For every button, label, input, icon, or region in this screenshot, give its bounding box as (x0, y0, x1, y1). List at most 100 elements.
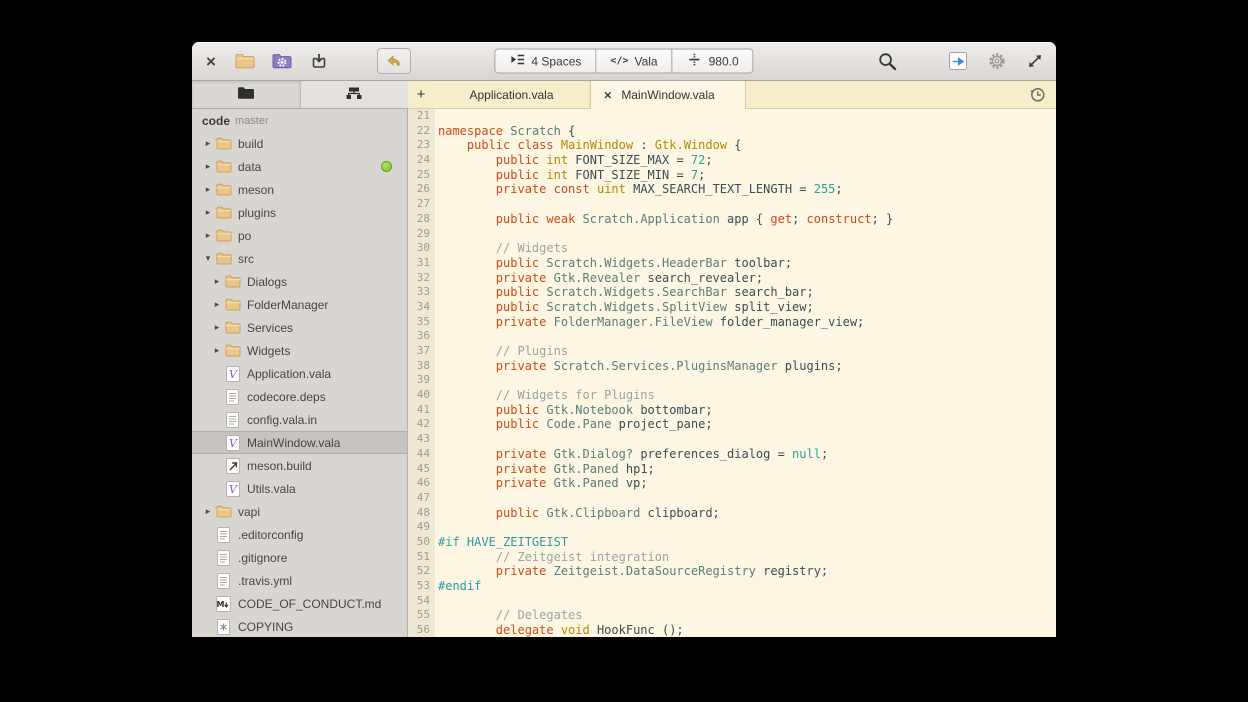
tab-width-button[interactable]: 4 Spaces (494, 49, 596, 74)
expander-collapsed-icon[interactable]: ▸ (201, 506, 215, 517)
headerbar-left: × (192, 48, 411, 74)
tab-bar: + Application.vala × MainWindow.vala (408, 81, 1056, 109)
line-number: 28 (408, 212, 435, 227)
language-button[interactable]: </> Vala (596, 49, 672, 74)
tree-item-.travis.yml[interactable]: .travis.yml (192, 569, 407, 592)
tree-item-meson[interactable]: ▸meson (192, 178, 407, 201)
line-number: 41 (408, 403, 435, 418)
tree-item-po[interactable]: ▸ po (192, 224, 407, 247)
expander-expanded-icon[interactable]: ▾ (201, 253, 215, 264)
vcs-status-badge (381, 161, 392, 172)
undo-icon (386, 52, 402, 71)
line-number: 21 (408, 109, 435, 124)
tree-item-label: .gitignore (238, 551, 287, 565)
expander-collapsed-icon[interactable]: ▸ (201, 138, 215, 149)
search-icon[interactable] (875, 48, 899, 74)
tree-item-Services[interactable]: ▸Services (192, 316, 407, 339)
project-header[interactable]: code master (192, 109, 407, 132)
tab-application-vala[interactable]: Application.vala (434, 81, 590, 108)
tree-item-label: codecore.deps (247, 390, 326, 404)
tree-item-MainWindow.vala[interactable]: VMainWindow.vala (192, 431, 407, 454)
expander-collapsed-icon[interactable]: ▸ (210, 322, 224, 333)
line-number: 43 (408, 432, 435, 447)
line-number: 26 (408, 182, 435, 197)
tree-item-vapi[interactable]: ▸vapi (192, 500, 407, 523)
expander-collapsed-icon[interactable]: ▸ (201, 161, 215, 172)
undo-button[interactable] (377, 48, 411, 74)
outline-view-button[interactable] (300, 81, 409, 108)
line-number: 51 (408, 550, 435, 565)
code-line: // Widgets for Plugins (438, 388, 1056, 403)
tree-item-Widgets[interactable]: ▸Widgets (192, 339, 407, 362)
open-file-icon[interactable] (233, 48, 257, 74)
expander-collapsed-icon[interactable]: ▸ (201, 184, 215, 195)
expander-collapsed-icon[interactable]: ▸ (210, 345, 224, 356)
line-number: 52 (408, 564, 435, 579)
tree-item-src[interactable]: ▾src (192, 247, 407, 270)
line-number: 54 (408, 594, 435, 609)
line-number: 48 (408, 506, 435, 521)
tree-item-.gitignore[interactable]: .gitignore (192, 546, 407, 569)
folder-icon (215, 505, 232, 518)
line-number: 44 (408, 447, 435, 462)
text-icon (215, 527, 232, 543)
history-icon[interactable] (1029, 81, 1056, 108)
line-number: 27 (408, 197, 435, 212)
expander-collapsed-icon[interactable]: ▸ (201, 207, 215, 218)
tree-item-config.vala.in[interactable]: config.vala.in (192, 408, 407, 431)
tree-item-Dialogs[interactable]: ▸Dialogs (192, 270, 407, 293)
text-icon (215, 573, 232, 589)
expander-collapsed-icon[interactable]: ▸ (210, 276, 224, 287)
tree-item-Utils.vala[interactable]: VUtils.vala (192, 477, 407, 500)
expander-collapsed-icon[interactable]: ▸ (210, 299, 224, 310)
statusbar-button-group: 4 Spaces </> Vala 980.0 (494, 49, 753, 74)
tree-item-CODE_OF_CONDUCT.md[interactable]: MCODE_OF_CONDUCT.md (192, 592, 407, 615)
tree-item-COPYING[interactable]: COPYING (192, 615, 407, 637)
new-tab-button[interactable]: + (408, 81, 434, 108)
code-line: public Scratch.Widgets.HeaderBar toolbar… (438, 256, 1056, 271)
fullscreen-icon[interactable] (1023, 48, 1047, 74)
folder-icon (215, 252, 232, 265)
code-area[interactable]: namespace Scratch { public class MainWin… (435, 109, 1056, 637)
line-number: 25 (408, 168, 435, 183)
files-view-button[interactable] (192, 81, 300, 108)
tab-mainwindow-vala[interactable]: × MainWindow.vala (590, 81, 746, 109)
svg-text:M: M (217, 600, 225, 609)
save-as-icon[interactable] (307, 48, 331, 74)
share-icon[interactable] (947, 48, 971, 74)
tree-item-label: po (238, 229, 251, 243)
headerbar-right (861, 48, 1056, 74)
code-editor-window: × (192, 42, 1056, 637)
tree-item-data[interactable]: ▸data (192, 155, 407, 178)
svg-text:V: V (229, 483, 238, 496)
line-number: 55 (408, 608, 435, 623)
code-line: public Scratch.Widgets.SplitView split_v… (438, 300, 1056, 315)
code-line: namespace Scratch { (438, 124, 1056, 139)
line-number: 53 (408, 579, 435, 594)
tree-item-FolderManager[interactable]: ▸ FolderManager (192, 293, 407, 316)
line-number: 37 (408, 344, 435, 359)
tree-item-build[interactable]: ▸build (192, 132, 407, 155)
code-line: #if HAVE_ZEITGEIST (438, 535, 1056, 550)
expander-collapsed-icon[interactable]: ▸ (201, 230, 215, 241)
settings-gear-icon[interactable] (985, 48, 1009, 74)
project-sidebar: code master ▸build▸data▸meson▸plugins▸po… (192, 109, 408, 637)
line-number-gutter: 2122232425262728293031323334353637383940… (408, 109, 435, 637)
tree-item-plugins[interactable]: ▸plugins (192, 201, 407, 224)
tree-item-.editorconfig[interactable]: .editorconfig (192, 523, 407, 546)
tree-item-label: config.vala.in (247, 413, 317, 427)
line-number: 23 (408, 138, 435, 153)
tabbar-spacer (746, 81, 1029, 108)
tree-item-label: FolderManager (247, 298, 328, 312)
window-close-button[interactable]: × (202, 53, 220, 70)
code-line: delegate void HookFunc (); (438, 623, 1056, 637)
code-line: // Widgets (438, 241, 1056, 256)
tab-close-icon[interactable]: × (604, 89, 612, 102)
tree-item-codecore.deps[interactable]: codecore.deps (192, 385, 407, 408)
git-branch-label: master (235, 115, 269, 127)
tree-item-Application.vala[interactable]: VApplication.vala (192, 362, 407, 385)
templates-folder-icon[interactable] (270, 48, 294, 74)
tree-item-meson.build[interactable]: meson.build (192, 454, 407, 477)
line-width-button[interactable]: 980.0 (673, 49, 754, 74)
line-number: 35 (408, 315, 435, 330)
